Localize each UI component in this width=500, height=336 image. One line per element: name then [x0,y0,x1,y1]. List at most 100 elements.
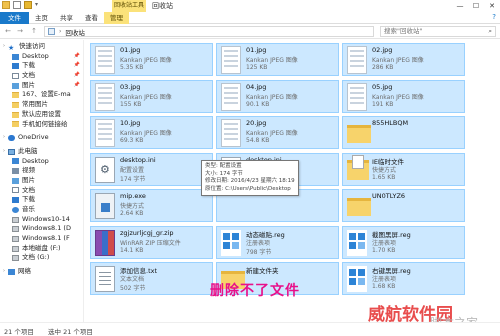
sidebar-item-label: 视频 [22,166,35,175]
file-item[interactable]: 04.jpg Kankan JPEG 图像 90.1 KB [216,79,339,113]
file-item[interactable]: 截图黑屏.reg 注册表项 1.70 KB [342,225,465,259]
sidebar-item[interactable]: 默认应用设置 [0,110,83,120]
sidebar-item[interactable]: 下载 📌 [0,61,83,71]
sidebar-item[interactable]: 本地磁盘 (F:) [0,244,83,254]
picture-icon [12,177,19,184]
window-controls: — ☐ ✕ [452,0,500,12]
sidebar-item[interactable]: 手机如何链接给 [0,120,83,130]
file-size: 1.65 KB [372,173,396,181]
file-item[interactable]: 05.jpg Kankan JPEG 图像 191 KB [342,79,465,113]
help-icon[interactable]: ? [492,13,496,21]
file-type: Kankan JPEG 图像 [372,93,424,101]
file-type: Kankan JPEG 图像 [246,93,298,101]
minimize-button[interactable]: — [452,0,468,12]
sidebar-item[interactable]: 文档 (G:) [0,253,83,263]
tab-view[interactable]: 查看 [79,12,104,24]
tab-share[interactable]: 共享 [54,12,79,24]
folder-shortcut-icon [347,154,369,180]
new-folder-icon[interactable] [24,1,32,9]
sidebar-item[interactable]: 下载 [0,195,83,205]
back-button[interactable]: ← [3,26,13,37]
tab-manage[interactable]: 管理 [104,12,129,24]
folder-icon [12,121,19,128]
cloud-icon [8,135,15,142]
file-item[interactable]: 02.jpg Kankan JPEG 图像 286 KB [342,43,465,76]
tab-file[interactable]: 文件 [0,12,29,24]
file-item[interactable]: IE临时文件 快捷方式 1.65 KB [342,152,465,186]
registry-file-icon [347,229,367,256]
sidebar-item[interactable]: 常用图片 [0,100,83,110]
tooltip-line: 修改日期: 2016/4/23 星期六 18:19 [205,178,295,185]
file-type: 快捷方式 [372,166,397,174]
sidebar-item-label: 音乐 [22,205,35,213]
file-item[interactable]: 右键黑屏.reg 注册表项 1.68 KB [342,262,465,295]
pin-icon: 📌 [73,52,80,59]
sidebar-item[interactable]: 167、设置E-ma [0,90,83,100]
file-item[interactable]: desktop.ini 配置设置174 字节 [90,152,213,186]
file-item[interactable]: zgjzurljcgj_gr.zip WinRAR ZIP 压缩文件 14.1 KB [90,225,213,259]
file-tooltip: 类型: 配置设置 大小: 174 字节 修改日期: 2016/4/23 星期六 … [201,160,299,196]
pin-icon: 📌 [73,81,80,88]
sidebar-item[interactable]: 视频 [0,166,83,176]
sidebar-item-label: 手机如何链接给 [22,119,68,128]
address-path[interactable]: › 回收站 [44,26,374,37]
file-item[interactable]: UN0TLYZ6 [342,189,465,222]
ribbon-tabs: 文件 主页 共享 查看 管理 [0,12,500,24]
file-type: 配置设置 [120,166,145,174]
sidebar-item-label: 此电脑 [18,146,38,155]
chevron-right-icon[interactable]: › [0,147,8,157]
sidebar-item[interactable]: 文档 📌 [0,71,83,81]
sidebar-item[interactable]: Windows8.1 (D [0,224,83,234]
sidebar-item-label: 文档 [22,71,35,80]
file-item[interactable]: 855HLBQM [342,116,465,149]
folder-icon[interactable] [2,1,10,9]
image-thumbnail [221,46,241,74]
file-size: 1.68 KB [372,283,396,290]
file-item[interactable]: 20.jpg Kankan JPEG 图像 54.8 KB [216,116,339,149]
context-tab-label: 回收站工具 [112,0,146,12]
forward-button[interactable]: → [15,26,25,37]
file-item[interactable]: 03.jpg Kankan JPEG 图像 155 KB [90,79,213,113]
sidebar-item[interactable]: Windows8.1 (F [0,234,83,244]
chevron-right-icon[interactable]: › [0,267,8,277]
sidebar-item[interactable]: › 此电脑 [0,147,83,157]
file-item[interactable]: 10.jpg Kankan JPEG 图像 69.3 KB [90,116,213,149]
properties-icon[interactable] [13,1,21,9]
search-input[interactable]: 搜索"回收站" ⌕ [380,26,496,37]
close-button[interactable]: ✕ [484,0,500,12]
sidebar-item[interactable]: › 网络 [0,267,83,277]
sidebar-item[interactable]: › OneDrive [0,133,83,143]
up-button[interactable]: ↑ [29,26,39,37]
sidebar-item[interactable]: Desktop 📌 [0,52,83,62]
network-icon [8,268,15,275]
customize-toolbar-icon[interactable]: ▾ [35,1,43,9]
file-item[interactable]: mip.exe 快捷方式 2.64 KB [90,189,213,222]
file-item[interactable]: 添加信息.txt 文本文档 502 字节 [90,262,213,295]
status-bar: 21 个项目 选中 21 个项目 [0,322,500,336]
file-size: 69.3 KB [120,137,144,144]
file-item[interactable]: 动态磁贴.reg 注册表项 798 字节 [216,225,339,259]
tab-home[interactable]: 主页 [29,12,54,24]
folder-icon [12,111,19,118]
sidebar-item[interactable]: 图片 📌 [0,81,83,91]
sidebar-item[interactable]: 图片 [0,176,83,186]
file-size: 90.1 KB [246,100,270,108]
desktop-icon [12,53,19,60]
sidebar-item[interactable]: 文档 [0,186,83,196]
file-size: 502 字节 [120,285,146,292]
file-item[interactable]: 01.jpg Kankan JPEG 图像 125 KB [216,43,339,76]
chevron-right-icon[interactable]: › [0,42,8,52]
sidebar-item[interactable]: Windows10-14 [0,215,83,225]
chevron-right-icon[interactable]: › [0,133,8,143]
desktop-icon [12,158,19,165]
sidebar-item-label: 常用图片 [22,100,48,109]
sidebar-item-label: 图片 [22,175,35,184]
file-item[interactable]: 01.jpg Kankan JPEG 图像 5.35 KB [90,43,213,76]
sidebar-item[interactable]: Desktop [0,157,83,167]
text-file-icon [95,266,115,292]
maximize-button[interactable]: ☐ [468,0,484,12]
sidebar-item[interactable]: 音乐 [0,205,83,215]
file-name: 20.jpg [246,119,267,127]
search-icon: ⌕ [488,27,492,35]
sidebar-item[interactable]: › ★ 快速访问 [0,42,83,52]
